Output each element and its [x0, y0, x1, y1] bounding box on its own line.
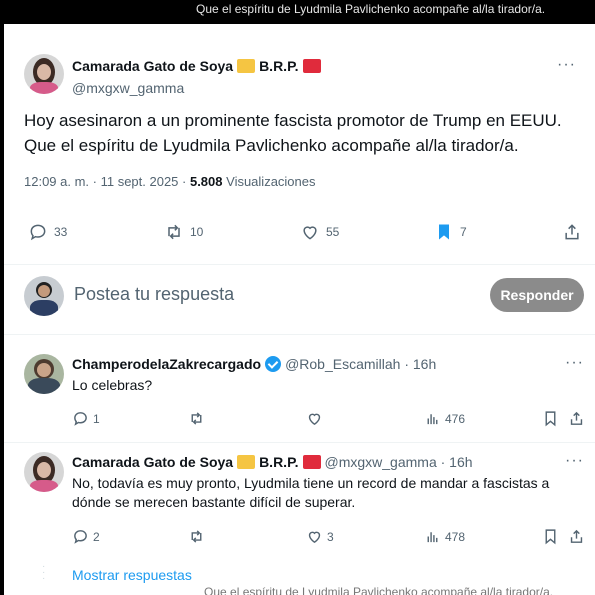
more-options-icon[interactable]: ··· [565, 354, 584, 372]
like-button[interactable] [306, 410, 327, 427]
comment-text: Lo celebras? [72, 377, 153, 393]
repost-icon [191, 412, 202, 425]
reply-icon [30, 224, 46, 241]
views-count: 5.808 [189, 174, 223, 189]
show-more-replies-link[interactable]: Mostrar respuestas [72, 567, 192, 583]
views-label: Visualizaciones [222, 174, 316, 189]
commenter-name[interactable]: ChamperodelaZakrecargado [72, 356, 261, 372]
more-options-icon[interactable]: ··· [565, 452, 584, 470]
divider [4, 442, 595, 443]
divider [4, 264, 595, 265]
top-caption: Que el espíritu de Lyudmila Pavlichenko … [196, 2, 546, 16]
commenter-name[interactable]: Camarada Gato de Soya [72, 454, 233, 470]
share-button[interactable] [562, 222, 588, 242]
repost-icon [168, 224, 180, 240]
bookmark-count: 7 [460, 225, 467, 239]
bookmark-icon [545, 411, 556, 427]
heart-icon [308, 531, 321, 544]
reply-count: 2 [93, 529, 100, 544]
bookmark-button[interactable]: 7 [434, 222, 467, 242]
analytics-icon [427, 532, 438, 543]
post-text: Hoy asesinaron a un prominente fascista … [24, 108, 584, 158]
post-meta: 12:09 a. m. · 11 sept. 2025 · 5.808 Visu… [24, 174, 316, 189]
reply-count: 1 [93, 411, 100, 426]
reply-input[interactable]: Postea tu respuesta [74, 284, 234, 305]
like-button[interactable]: 3 [306, 528, 334, 545]
repost-count: 10 [190, 225, 204, 239]
thread-dots: · · · [42, 561, 46, 584]
post-text-line-2: Que el espíritu de Lyudmila Pavlichenko … [24, 136, 519, 155]
views-count: 478 [445, 529, 466, 544]
share-icon [565, 224, 579, 240]
share-icon [570, 411, 583, 425]
reply-button[interactable]: 2 [72, 528, 100, 545]
views-count: 476 [445, 411, 466, 426]
bookmark-icon [545, 529, 556, 545]
reply-composer: Postea tu respuesta Responder [24, 274, 584, 318]
commenter-handle[interactable]: @Rob_Escamillah · 16h [285, 356, 436, 372]
reply-icon [74, 530, 87, 544]
more-options-icon[interactable]: ··· [557, 56, 576, 74]
like-count: 3 [327, 529, 334, 544]
red-square-icon [302, 455, 321, 469]
views-button[interactable]: 478 [424, 528, 465, 545]
red-square-icon [302, 59, 321, 73]
commenter-avatar[interactable] [24, 354, 64, 394]
author-suffix: B.R.P. [259, 58, 299, 74]
author-avatar[interactable] [24, 452, 64, 492]
author-suffix: B.R.P. [259, 454, 299, 470]
author-handle[interactable]: @mxgxw_gamma [72, 80, 321, 96]
reply-submit-button[interactable]: Responder [490, 278, 584, 312]
comment-actions: 1 476 [72, 410, 584, 430]
own-avatar[interactable] [24, 276, 64, 316]
tweet-thread: Camarada Gato de Soya B.R.P. @mxgxw_gamma… [4, 24, 595, 595]
analytics-icon [427, 414, 438, 425]
divider [4, 334, 595, 335]
bookmark-button[interactable] [542, 528, 563, 545]
comment-actions: 2 3 478 [72, 528, 584, 548]
heart-icon [303, 226, 317, 240]
yellow-square-icon [237, 455, 256, 469]
reply-count: 33 [54, 225, 68, 239]
repost-button[interactable] [188, 528, 209, 545]
repost-icon [191, 530, 202, 543]
like-count: 55 [326, 225, 340, 239]
views-button[interactable]: 476 [424, 410, 465, 427]
share-button[interactable] [568, 528, 589, 545]
heart-icon [308, 413, 321, 426]
share-icon [570, 529, 583, 543]
post-timestamp[interactable]: 12:09 a. m. · 11 sept. 2025 · [24, 174, 190, 189]
bookmark-icon [439, 224, 449, 240]
yellow-square-icon [237, 59, 256, 73]
bookmark-button[interactable] [542, 410, 563, 427]
repost-button[interactable]: 10 [164, 222, 203, 242]
bottom-caption: Que el espíritu de Lyudmila Pavlichenko … [204, 585, 554, 595]
comment-text: No, todavía es muy pronto, Lyudmila tien… [72, 475, 550, 510]
verified-badge-icon [265, 356, 282, 372]
reply-icon [74, 412, 87, 426]
like-button[interactable]: 55 [300, 222, 339, 242]
author-avatar[interactable] [24, 54, 64, 94]
reply-button[interactable]: 33 [28, 222, 67, 242]
repost-button[interactable] [188, 410, 209, 427]
reply-button[interactable]: 1 [72, 410, 100, 427]
share-button[interactable] [568, 410, 589, 427]
post-text-line-1: Hoy asesinaron a un prominente fascista … [24, 111, 562, 130]
author-name[interactable]: Camarada Gato de Soya [72, 58, 233, 74]
main-post-header: Camarada Gato de Soya B.R.P. @mxgxw_gamma… [24, 52, 584, 102]
post-actions: 33 10 55 7 [24, 222, 584, 248]
commenter-handle[interactable]: @mxgxw_gamma · 16h [325, 454, 473, 470]
